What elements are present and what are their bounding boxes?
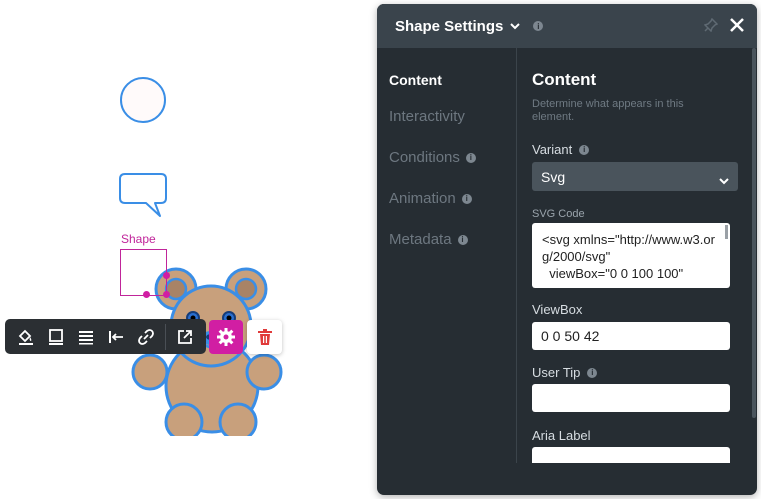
aria-label-label: Aria Label — [532, 428, 591, 443]
textarea-scrollbar[interactable] — [725, 225, 728, 239]
shape-label: Shape — [121, 232, 156, 246]
align-button[interactable] — [71, 322, 101, 352]
link-icon — [138, 328, 154, 345]
nav-item-animation[interactable]: Animation i — [389, 190, 472, 207]
variant-label: Variant i — [532, 142, 590, 157]
info-icon[interactable]: i — [461, 193, 472, 204]
resize-handle[interactable] — [143, 291, 150, 298]
user-tip-label-text: User Tip — [532, 365, 581, 380]
info-icon[interactable]: i — [533, 21, 544, 31]
nav-item-content[interactable]: Content — [389, 72, 442, 88]
variant-select[interactable]: Svg — [532, 162, 738, 191]
panel-scrollbar[interactable] — [752, 48, 756, 418]
fill-icon — [18, 329, 33, 345]
floating-toolbar — [5, 319, 206, 354]
link-button[interactable] — [131, 322, 161, 352]
align-left-button[interactable] — [101, 322, 131, 352]
content-heading: Content — [532, 70, 597, 89]
info-icon[interactable]: i — [579, 144, 590, 155]
nav-item-label: Metadata — [389, 231, 452, 248]
panel-header: Shape Settings i — [377, 4, 757, 48]
nav-item-label: Content — [389, 72, 442, 88]
variant-label-text: Variant — [532, 142, 573, 157]
nav-item-label: Animation — [389, 190, 456, 207]
user-tip-input[interactable] — [532, 384, 730, 412]
fill-button[interactable] — [11, 322, 41, 352]
external-link-icon — [178, 329, 192, 344]
chevron-down-icon[interactable] — [509, 20, 521, 32]
aria-label-input[interactable] — [532, 447, 730, 463]
nav-item-label: Interactivity — [389, 108, 465, 125]
align-icon — [79, 330, 93, 344]
info-icon[interactable]: i — [465, 152, 476, 163]
close-icon[interactable] — [728, 16, 746, 39]
panel-title[interactable]: Shape Settings — [395, 18, 503, 35]
content-description: Determine what appears in this element. — [532, 98, 684, 123]
viewbox-label: ViewBox — [532, 302, 583, 317]
open-external-button[interactable] — [170, 322, 200, 352]
border-icon — [49, 328, 63, 345]
settings-button[interactable] — [209, 320, 243, 354]
circle-shape[interactable] — [119, 76, 167, 124]
resize-handle[interactable] — [163, 272, 170, 279]
nav-item-metadata[interactable]: Metadata i — [389, 231, 468, 248]
trash-icon — [257, 329, 272, 345]
selection-box[interactable] — [120, 249, 167, 296]
viewbox-input[interactable]: 0 0 50 42 — [532, 322, 730, 350]
nav-item-conditions[interactable]: Conditions i — [389, 149, 476, 166]
svg-code-textarea[interactable]: <svg xmlns="http://www.w3.org/2000/svg" … — [532, 223, 730, 288]
info-icon[interactable]: i — [587, 367, 598, 378]
toolbar-divider — [165, 323, 166, 350]
user-tip-label: User Tip i — [532, 365, 598, 380]
svg-code-label: SVG Code — [532, 208, 585, 220]
nav-item-interactivity[interactable]: Interactivity — [389, 108, 465, 125]
info-icon[interactable]: i — [457, 234, 468, 245]
resize-handle[interactable] — [163, 291, 170, 298]
nav-item-label: Conditions — [389, 149, 460, 166]
shape-settings-panel: Shape Settings i Content Interactivity C… — [377, 4, 757, 495]
variant-value: Svg — [541, 168, 566, 185]
border-button[interactable] — [41, 322, 71, 352]
pin-icon[interactable] — [703, 17, 719, 37]
settings-nav: Content Interactivity Conditions i Animat… — [377, 48, 517, 463]
chevron-down-icon — [719, 172, 729, 188]
speech-bubble-shape[interactable] — [118, 172, 168, 220]
align-left-icon — [109, 330, 123, 343]
delete-button[interactable] — [247, 320, 282, 354]
gear-icon — [217, 328, 235, 346]
